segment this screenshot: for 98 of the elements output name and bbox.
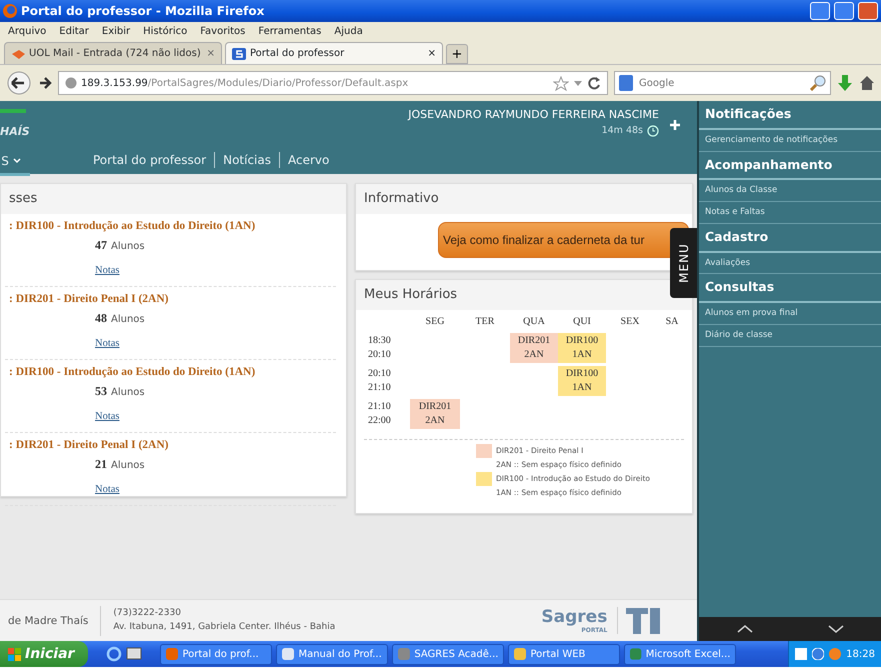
menu-section-title: Consultas [699, 274, 881, 303]
logo-text: HAÍS [0, 125, 31, 138]
menu-item[interactable]: Exibir [102, 24, 130, 38]
class-slot[interactable]: DIR100 1AN [558, 366, 606, 396]
menu-link[interactable]: Alunos em prova final [699, 303, 881, 325]
home-icon[interactable] [859, 75, 875, 91]
user-name: JOSEVANDRO RAYMUNDO FERREIRA NASCIME [408, 107, 659, 123]
start-button[interactable]: Iniciar [0, 641, 88, 667]
reload-icon[interactable] [587, 76, 601, 90]
browser-icon[interactable] [106, 646, 122, 662]
grades-link[interactable]: Notas [95, 484, 120, 494]
student-count: 53 [95, 384, 107, 398]
firefox-icon [3, 4, 17, 18]
menu-toggle-tab[interactable]: MENU [670, 228, 697, 298]
class-slot[interactable]: DIR100 1AN [558, 332, 606, 362]
student-count: 47 [95, 238, 107, 252]
menu-link[interactable]: Notas e Faltas [699, 202, 881, 224]
day-header: QUI [572, 314, 592, 328]
clock-text: 18:28 [846, 648, 875, 662]
browser-tab[interactable]: UOL Mail - Entrada (724 não lidos) × [4, 42, 222, 64]
menu-link[interactable]: Avaliações [699, 252, 881, 274]
new-tab-button[interactable]: + [446, 44, 468, 64]
scroll-up-icon[interactable] [736, 624, 752, 634]
close-tab-button[interactable]: × [428, 46, 436, 61]
count-label: Alunos [111, 458, 145, 472]
taskbar-item[interactable]: Portal do prof... [160, 644, 272, 664]
menu-link[interactable]: Alunos da Classe [699, 180, 881, 202]
close-tab-button[interactable]: × [206, 46, 215, 61]
plus-icon[interactable] [669, 119, 681, 131]
tab-label: Portal do professor [250, 47, 346, 61]
course-link[interactable]: : DIR201 - Direito Penal I (2AN) [9, 292, 336, 304]
session-timer: 14m 48s [602, 124, 643, 138]
grades-link[interactable]: Notas [95, 410, 120, 422]
nav-item[interactable]: Portal do professor [85, 152, 216, 168]
time-range: 18:30 20:10 [368, 334, 392, 362]
day-header: SEX [620, 314, 640, 328]
menu-section-title: Acompanhamento [699, 152, 881, 180]
search-box[interactable]: Google [614, 71, 831, 95]
menu-item[interactable]: Histórico [143, 24, 188, 38]
minimize-button[interactable] [810, 2, 830, 20]
menu-item[interactable]: Ajuda [334, 24, 363, 38]
count-label: Alunos [111, 312, 145, 326]
grades-link[interactable]: Notas [95, 264, 120, 276]
star-icon[interactable] [553, 76, 569, 90]
menu-section-title: Cadastro [699, 224, 881, 252]
class-slot[interactable]: DIR201 2AN [510, 332, 558, 362]
menu-section-title: Notificações [699, 101, 881, 130]
close-button[interactable] [858, 2, 878, 20]
course-link[interactable]: : DIR201 - Direito Penal I (2AN) [9, 438, 336, 450]
time-range: 20:10 21:10 [368, 366, 392, 394]
panel-title: Informativo [356, 184, 692, 214]
student-count: 48 [95, 310, 107, 326]
globe-icon [65, 77, 77, 89]
panel-title: sses [1, 184, 346, 214]
taskbar-item[interactable]: Microsoft Excel... [624, 644, 736, 664]
menu-item[interactable]: Editar [59, 24, 89, 38]
menu-link[interactable]: Gerenciamento de notificações [699, 130, 881, 152]
address-text: Av. Itabuna, 1491, Gabriela Center. Ilhéus - Bahia [113, 620, 336, 634]
scroll-down-icon[interactable] [828, 624, 844, 634]
day-header: TER [474, 314, 496, 328]
clock-icon [647, 124, 659, 137]
day-header: SEG [424, 314, 446, 328]
download-icon[interactable] [837, 75, 853, 91]
nav-item[interactable]: S [0, 152, 30, 176]
day-header: QUA [522, 314, 546, 328]
menu-item[interactable]: Ferramentas [258, 24, 322, 38]
dropdown-icon[interactable] [573, 79, 583, 87]
maximize-button[interactable] [834, 2, 854, 20]
desktop-icon[interactable] [126, 646, 142, 662]
menu-item[interactable]: Arquivo [8, 24, 46, 38]
search-icon[interactable] [810, 75, 826, 91]
forward-icon[interactable] [38, 75, 52, 91]
phone-number: (73)3222-2330 [113, 607, 182, 620]
taskbar-item[interactable]: SAGRES Acadê... [392, 644, 504, 664]
class-slot[interactable]: DIR201 2AN [410, 398, 460, 428]
nav-item[interactable]: Notícias [215, 152, 280, 168]
course-link[interactable]: : DIR100 - Introdução ao Estudo do Direito (1AN) [9, 220, 336, 232]
nav-item[interactable]: Acervo [280, 152, 338, 168]
institution-name: de Madre Thaís [0, 606, 102, 636]
grades-link[interactable]: Notas [95, 338, 120, 348]
mail-icon [11, 48, 25, 60]
menu-item[interactable]: Favoritos [200, 24, 246, 38]
count-label: Alunos [111, 240, 145, 254]
window-title: Portal do professor - Mozilla Firefox [21, 4, 266, 18]
site-icon [232, 48, 246, 60]
day-header: SA [664, 314, 680, 328]
company-logo-icon [626, 606, 660, 636]
back-icon[interactable] [6, 71, 32, 95]
student-count: 21 [95, 456, 107, 472]
time-range: 21:10 22:00 [368, 400, 392, 428]
taskbar-item[interactable]: Portal WEB [508, 644, 620, 664]
tab-label: UOL Mail - Entrada (724 não lidos) [29, 47, 202, 61]
taskbar-item[interactable]: Manual do Prof... [276, 644, 388, 664]
count-label: Alunos [111, 386, 145, 400]
windows-logo-icon [8, 648, 21, 660]
browser-tab[interactable]: Portal do professor × [225, 42, 443, 64]
course-link[interactable]: : DIR100 - Introdução ao Estudo do Direito (1AN) [9, 366, 336, 378]
menu-link[interactable]: Diário de classe [699, 324, 881, 346]
